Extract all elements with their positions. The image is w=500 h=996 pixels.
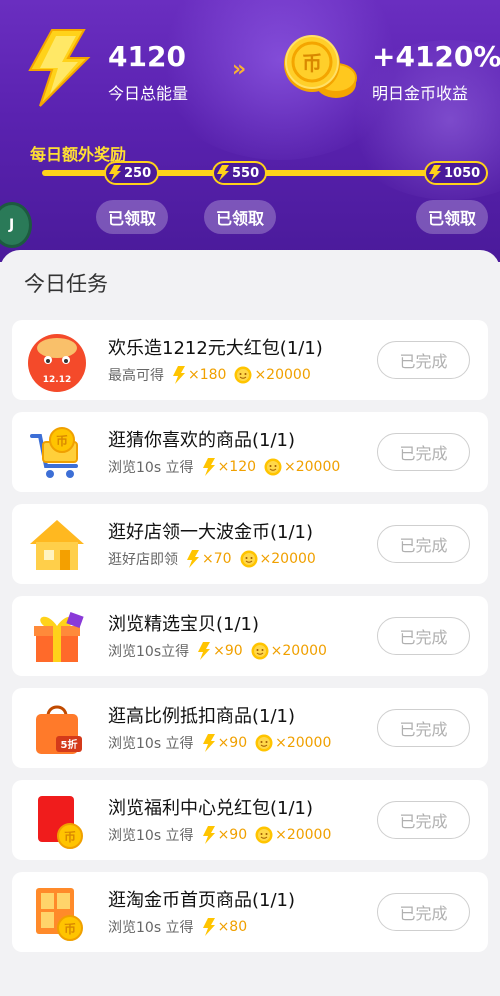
task-reward-line: 浏览10s 立得 ×120 ×20000 bbox=[108, 457, 340, 477]
task-energy-reward: ×120 bbox=[217, 459, 257, 475]
milestone-value: 550 bbox=[232, 165, 260, 181]
task-sub-label: 浏览10s立得 bbox=[108, 644, 190, 660]
total-energy-value: 4120 bbox=[108, 40, 186, 73]
side-tab-glyph: J bbox=[9, 217, 15, 233]
task-energy-reward: ×90 bbox=[217, 735, 248, 751]
milestone-value: 250 bbox=[124, 165, 152, 181]
milestone-badge-250: 250 bbox=[104, 161, 160, 185]
coin-icon bbox=[255, 826, 273, 844]
task-title: 欢乐造1212元大红包(1/1) bbox=[108, 338, 323, 359]
lightning-bolt-icon bbox=[173, 366, 185, 384]
task-sub-label: 浏览10s 立得 bbox=[108, 460, 194, 476]
task-card: 币 浏览福利中心兑红包(1/1) 浏览10s 立得 ×90 ×20000 已完成 bbox=[12, 780, 488, 860]
task-reward-line: 浏览10s 立得 ×90 ×20000 bbox=[108, 733, 331, 753]
task-coin-reward: ×20000 bbox=[254, 367, 311, 383]
task-energy-reward: ×80 bbox=[217, 919, 248, 935]
shop-house-icon bbox=[30, 520, 84, 570]
discount-bag-icon: 5折 bbox=[36, 705, 82, 754]
task-reward-line: 浏览10s 立得 ×90 ×20000 bbox=[108, 825, 331, 845]
gold-coins-icon: 币 bbox=[284, 35, 357, 98]
coin-gain-label: 明日金币收益 bbox=[372, 84, 469, 103]
task-coin-reward: ×20000 bbox=[275, 735, 332, 751]
claimed-button-550[interactable]: 已领取 bbox=[204, 200, 277, 234]
task-reward-line: 最高可得 ×180 ×20000 bbox=[108, 365, 311, 385]
svg-text:币: 币 bbox=[64, 830, 76, 844]
task-completed-button[interactable]: 已完成 bbox=[377, 801, 470, 839]
coin-icon bbox=[240, 550, 258, 568]
task-card: 12.12 欢乐造1212元大红包(1/1) 最高可得 ×180 ×20000 … bbox=[12, 320, 488, 400]
task-title: 逛高比例抵扣商品(1/1) bbox=[108, 706, 296, 727]
claimed-button-250[interactable]: 已领取 bbox=[96, 200, 169, 234]
task-sub-label: 最高可得 bbox=[108, 368, 164, 384]
task-completed-button[interactable]: 已完成 bbox=[377, 709, 470, 747]
task-coin-reward: ×20000 bbox=[275, 827, 332, 843]
task-coin-reward: ×20000 bbox=[259, 551, 316, 567]
task-card: 浏览精选宝贝(1/1) 浏览10s立得 ×90 ×20000 已完成 bbox=[12, 596, 488, 676]
coin-gain-value: +4120% bbox=[372, 40, 500, 73]
task-card: 逛好店领一大波金币(1/1) 逛好店即领 ×70 ×20000 已完成 bbox=[12, 504, 488, 584]
task-card: 币 逛猜你喜欢的商品(1/1) 浏览10s 立得 ×120 ×20000 已完成 bbox=[12, 412, 488, 492]
lightning-bolt-icon bbox=[202, 734, 215, 752]
icon-text: 5折 bbox=[61, 738, 78, 751]
task-card: 币 逛淘金币首页商品(1/1) 浏览10s 立得 ×80 已完成 bbox=[12, 872, 488, 952]
task-completed-button[interactable]: 已完成 bbox=[377, 341, 470, 379]
task-sub-label: 浏览10s 立得 bbox=[108, 736, 194, 752]
lightning-bolt-icon bbox=[202, 826, 215, 844]
task-completed-button[interactable]: 已完成 bbox=[377, 893, 470, 931]
milestone-value: 1050 bbox=[444, 165, 481, 181]
lightning-bolt-icon bbox=[202, 918, 215, 936]
milestone-badge-1050: 1050 bbox=[424, 161, 489, 185]
task-sub-label: 浏览10s 立得 bbox=[108, 828, 194, 844]
coin-icon bbox=[251, 642, 269, 660]
daily-tasks-panel: 今日任务 12.12 欢乐造1212元大红包(1/1) 最高可得 ×180 ×2… bbox=[0, 250, 500, 996]
lightning-bolt-icon bbox=[202, 458, 215, 476]
svg-text:币: 币 bbox=[64, 922, 76, 936]
task-completed-button[interactable]: 已完成 bbox=[377, 617, 470, 655]
tasks-title: 今日任务 bbox=[24, 272, 108, 296]
task-energy-reward: ×70 bbox=[202, 551, 232, 567]
coin-icon bbox=[255, 734, 273, 752]
red-envelope-1212-icon: 12.12 bbox=[28, 334, 86, 392]
lightning-bolt-icon bbox=[198, 642, 211, 660]
lightning-bolt-icon bbox=[28, 29, 91, 107]
task-reward-line: 浏览10s立得 ×90 ×20000 bbox=[108, 641, 327, 661]
task-completed-button[interactable]: 已完成 bbox=[377, 433, 470, 471]
task-sub-label: 浏览10s 立得 bbox=[108, 920, 194, 936]
svg-text:币: 币 bbox=[56, 434, 68, 448]
double-arrow-icon: » bbox=[232, 57, 246, 82]
task-coin-reward: ×20000 bbox=[270, 643, 327, 659]
lightning-bolt-icon bbox=[187, 550, 199, 568]
task-energy-reward: ×90 bbox=[213, 643, 243, 659]
coin-icon bbox=[234, 366, 252, 384]
task-completed-button[interactable]: 已完成 bbox=[377, 525, 470, 563]
task-title: 逛淘金币首页商品(1/1) bbox=[108, 890, 296, 911]
shopping-cart-coin-icon: 币 bbox=[30, 427, 78, 478]
lightning-bolt-icon bbox=[429, 165, 441, 181]
claimed-button-1050[interactable]: 已领取 bbox=[416, 200, 489, 234]
icon-text: 12.12 bbox=[43, 375, 71, 385]
task-title: 逛猜你喜欢的商品(1/1) bbox=[108, 430, 296, 451]
task-sub-label: 逛好店即领 bbox=[108, 552, 178, 568]
task-card: 5折 逛高比例抵扣商品(1/1) 浏览10s 立得 ×90 ×20000 已完成 bbox=[12, 688, 488, 768]
task-energy-reward: ×180 bbox=[188, 367, 227, 383]
total-energy-label: 今日总能量 bbox=[108, 84, 189, 103]
red-packet-coin-icon: 币 bbox=[38, 796, 83, 849]
gift-box-icon bbox=[34, 611, 84, 662]
task-title: 浏览精选宝贝(1/1) bbox=[108, 614, 260, 635]
lightning-bolt-icon bbox=[217, 165, 229, 181]
task-coin-reward: ×20000 bbox=[284, 459, 341, 475]
task-energy-reward: ×90 bbox=[217, 827, 248, 843]
task-reward-line: 逛好店即领 ×70 ×20000 bbox=[108, 549, 316, 569]
milestone-badge-550: 550 bbox=[212, 161, 268, 185]
task-title: 逛好店领一大波金币(1/1) bbox=[108, 522, 314, 543]
task-reward-line: 浏览10s 立得 ×80 bbox=[108, 917, 247, 937]
lightning-bolt-icon bbox=[109, 165, 121, 181]
side-floating-tab[interactable]: J bbox=[0, 202, 32, 248]
grid-window-coin-icon: 币 bbox=[36, 888, 83, 941]
svg-text:币: 币 bbox=[302, 51, 322, 75]
task-title: 浏览福利中心兑红包(1/1) bbox=[108, 798, 314, 819]
coin-icon bbox=[264, 458, 282, 476]
energy-header: 4120 今日总能量 » 币 +4120% 明日金币收益 每日额外奖励 250 … bbox=[0, 0, 500, 262]
